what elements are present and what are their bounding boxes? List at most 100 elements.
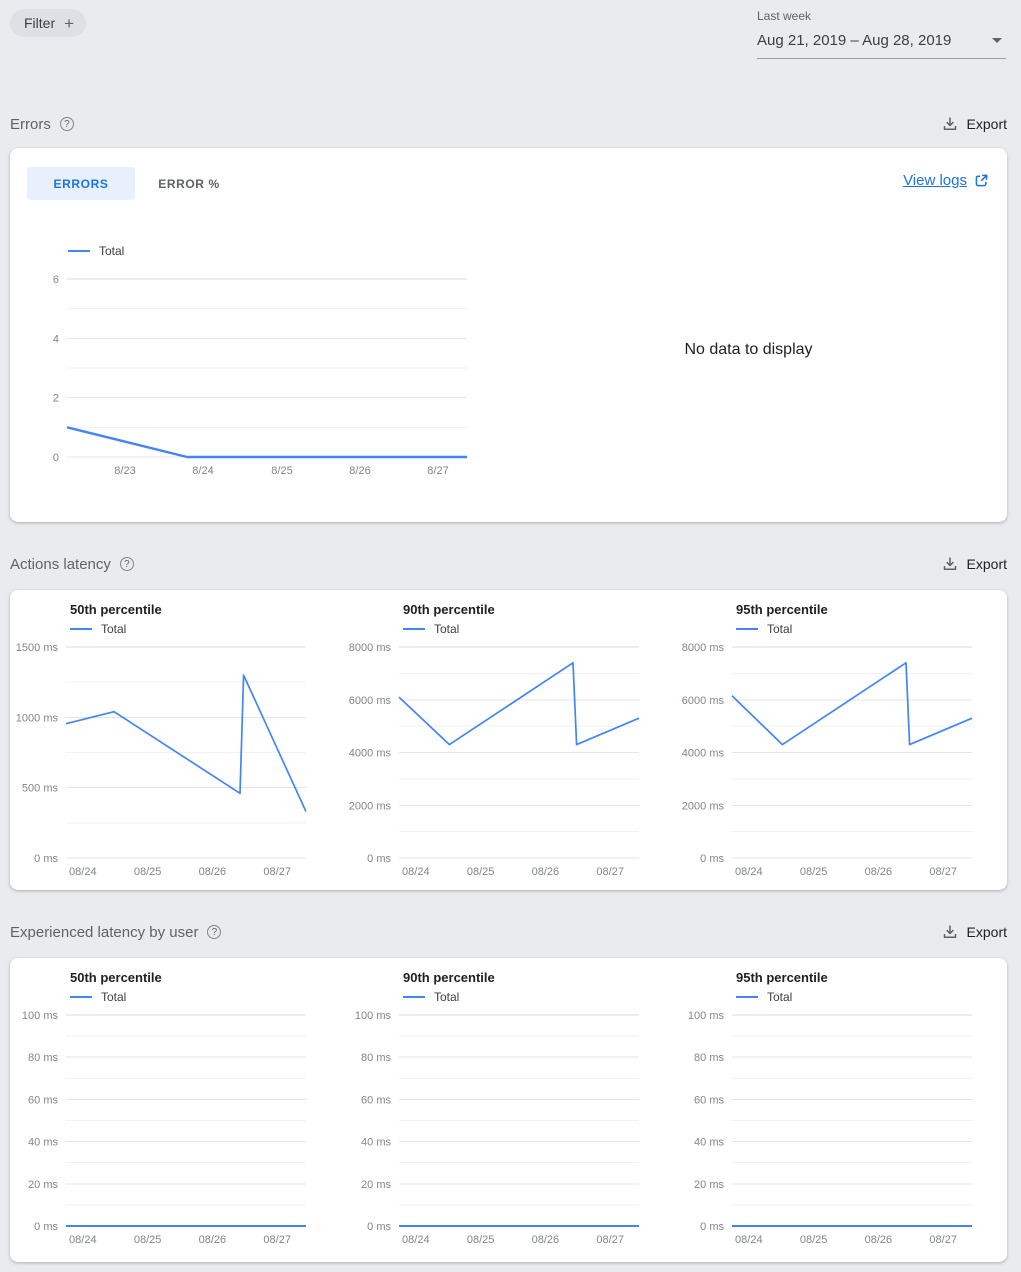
chart-legend: Total xyxy=(403,622,459,636)
export-button-experienced-latency[interactable]: Export xyxy=(942,924,1007,940)
svg-text:6000 ms: 6000 ms xyxy=(682,695,725,707)
experienced-latency-title: Experienced latency by user xyxy=(10,924,198,941)
chart-title: 90th percentile xyxy=(403,970,495,985)
legend-line-icon xyxy=(70,996,92,998)
help-icon[interactable]: ? xyxy=(207,925,221,939)
filter-label: Filter xyxy=(24,15,55,31)
export-button-actions-latency[interactable]: Export xyxy=(942,556,1007,572)
legend-line-icon xyxy=(70,628,92,630)
svg-text:08/24: 08/24 xyxy=(402,1234,430,1246)
legend-line-icon xyxy=(403,628,425,630)
svg-text:40 ms: 40 ms xyxy=(28,1137,58,1149)
svg-text:08/26: 08/26 xyxy=(865,866,893,878)
external-link-icon xyxy=(974,173,989,188)
svg-text:08/25: 08/25 xyxy=(467,1234,495,1246)
svg-text:08/25: 08/25 xyxy=(800,866,828,878)
chart-title: 50th percentile xyxy=(70,602,162,617)
filter-button[interactable]: Filter + xyxy=(10,9,86,37)
export-label: Export xyxy=(967,116,1007,132)
svg-text:08/27: 08/27 xyxy=(263,1234,291,1246)
svg-text:4: 4 xyxy=(53,333,59,345)
svg-text:0 ms: 0 ms xyxy=(367,853,391,865)
svg-text:08/25: 08/25 xyxy=(467,866,495,878)
legend-label: Total xyxy=(434,622,459,636)
errors-chart-legend: Total xyxy=(68,244,124,258)
svg-text:60 ms: 60 ms xyxy=(28,1094,58,1106)
chart-block-experienced-90th: 90th percentile Total 100 ms80 ms60 ms40… xyxy=(343,958,676,1254)
svg-text:0 ms: 0 ms xyxy=(700,853,724,865)
export-button-errors[interactable]: Export xyxy=(942,116,1007,132)
chart-legend: Total xyxy=(736,990,792,1004)
svg-text:08/26: 08/26 xyxy=(532,866,560,878)
svg-text:2: 2 xyxy=(53,393,59,405)
svg-text:08/24: 08/24 xyxy=(735,866,763,878)
help-icon[interactable]: ? xyxy=(120,557,134,571)
chart-legend: Total xyxy=(70,622,126,636)
svg-text:0: 0 xyxy=(53,452,59,464)
chart-block-experienced-50th: 50th percentile Total 100 ms80 ms60 ms40… xyxy=(10,958,343,1254)
legend-label: Total xyxy=(434,990,459,1004)
actions-latency-50th-chart: 1500 ms1000 ms500 ms0 ms08/2408/2508/260… xyxy=(10,639,318,889)
chart-block-actions-95th: 95th percentile Total 8000 ms6000 ms4000… xyxy=(676,590,1009,886)
chart-title: 95th percentile xyxy=(736,602,828,617)
svg-text:20 ms: 20 ms xyxy=(361,1179,391,1191)
svg-text:2000 ms: 2000 ms xyxy=(349,800,392,812)
errors-section-title: Errors xyxy=(10,116,51,133)
svg-text:8000 ms: 8000 ms xyxy=(349,642,392,654)
chart-block-experienced-95th: 95th percentile Total 100 ms80 ms60 ms40… xyxy=(676,958,1009,1254)
errors-section-header: Errors ? Export xyxy=(10,114,1007,134)
actions-latency-section-header: Actions latency ? Export xyxy=(10,554,1007,574)
svg-text:20 ms: 20 ms xyxy=(694,1179,724,1191)
svg-text:1500 ms: 1500 ms xyxy=(16,642,59,654)
no-data-text: No data to display xyxy=(496,341,1001,359)
svg-text:100 ms: 100 ms xyxy=(688,1010,725,1022)
svg-text:2000 ms: 2000 ms xyxy=(682,800,725,812)
svg-text:08/25: 08/25 xyxy=(134,866,162,878)
experienced-latency-90th-chart: 100 ms80 ms60 ms40 ms20 ms0 ms08/2408/25… xyxy=(343,1007,651,1257)
svg-text:0 ms: 0 ms xyxy=(367,1221,391,1233)
svg-text:08/24: 08/24 xyxy=(735,1234,763,1246)
tab-error-percent-label: ERROR % xyxy=(158,177,220,191)
experienced-latency-section-header: Experienced latency by user ? Export xyxy=(10,922,1007,942)
date-range-caption: Last week xyxy=(757,9,1006,23)
svg-text:8/24: 8/24 xyxy=(192,465,213,477)
experienced-latency-50th-chart: 100 ms80 ms60 ms40 ms20 ms0 ms08/2408/25… xyxy=(10,1007,318,1257)
chart-title: 95th percentile xyxy=(736,970,828,985)
chart-title: 50th percentile xyxy=(70,970,162,985)
svg-text:08/25: 08/25 xyxy=(800,1234,828,1246)
svg-text:8/25: 8/25 xyxy=(271,465,292,477)
svg-text:100 ms: 100 ms xyxy=(355,1010,392,1022)
svg-text:08/26: 08/26 xyxy=(199,1234,227,1246)
chart-legend: Total xyxy=(403,990,459,1004)
svg-text:08/26: 08/26 xyxy=(199,866,227,878)
tab-errors[interactable]: ERRORS xyxy=(27,167,135,200)
export-label: Export xyxy=(967,924,1007,940)
date-range-select[interactable]: Aug 21, 2019 – Aug 28, 2019 xyxy=(757,32,1006,59)
actions-latency-95th-chart: 8000 ms6000 ms4000 ms2000 ms0 ms08/2408/… xyxy=(676,639,984,889)
svg-text:08/27: 08/27 xyxy=(596,1234,624,1246)
legend-line-icon xyxy=(68,250,90,252)
svg-text:08/27: 08/27 xyxy=(263,866,291,878)
export-label: Export xyxy=(967,556,1007,572)
help-icon[interactable]: ? xyxy=(60,117,74,131)
svg-text:6000 ms: 6000 ms xyxy=(349,695,392,707)
svg-text:08/26: 08/26 xyxy=(865,1234,893,1246)
download-icon xyxy=(942,556,958,572)
legend-label: Total xyxy=(767,622,792,636)
experienced-latency-95th-chart: 100 ms80 ms60 ms40 ms20 ms0 ms08/2408/25… xyxy=(676,1007,984,1257)
view-logs-link[interactable]: View logs xyxy=(903,172,989,189)
legend-label: Total xyxy=(767,990,792,1004)
errors-card: ERRORS ERROR % View logs Total 64208/238… xyxy=(10,148,1007,522)
chart-legend: Total xyxy=(70,990,126,1004)
actions-latency-card: 50th percentile Total 1500 ms1000 ms500 … xyxy=(10,590,1007,890)
actions-latency-title: Actions latency xyxy=(10,556,111,573)
svg-text:80 ms: 80 ms xyxy=(694,1052,724,1064)
plus-icon: + xyxy=(64,15,74,32)
tab-error-percent[interactable]: ERROR % xyxy=(135,167,243,200)
svg-text:20 ms: 20 ms xyxy=(28,1179,58,1191)
svg-text:4000 ms: 4000 ms xyxy=(682,748,725,760)
svg-text:40 ms: 40 ms xyxy=(694,1137,724,1149)
legend-line-icon xyxy=(736,628,758,630)
svg-text:08/27: 08/27 xyxy=(929,1234,957,1246)
chart-block-actions-50th: 50th percentile Total 1500 ms1000 ms500 … xyxy=(10,590,343,886)
